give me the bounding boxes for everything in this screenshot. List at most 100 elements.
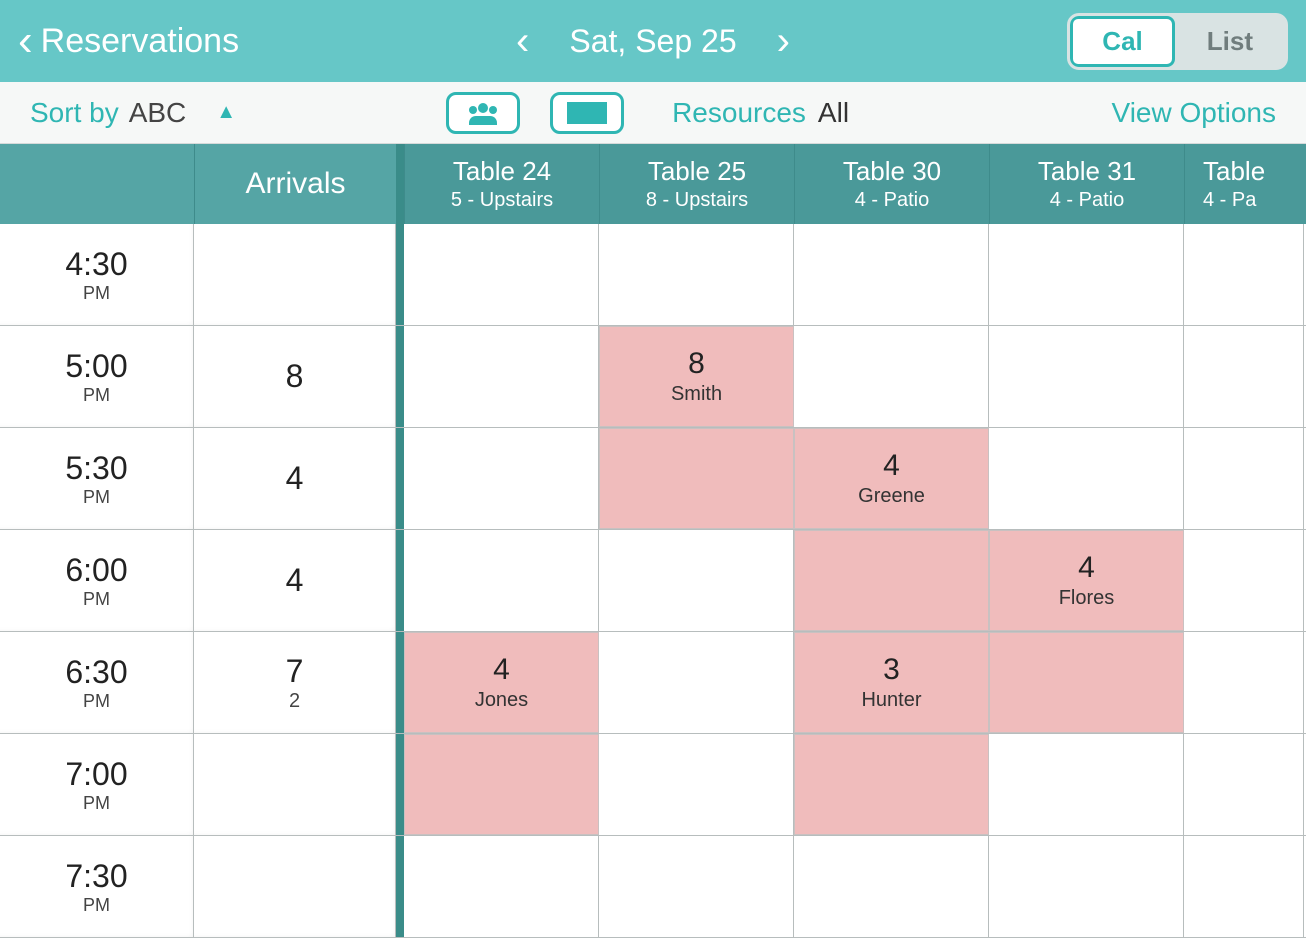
empty-cell[interactable] — [599, 632, 794, 733]
reservation-cell[interactable]: 4Jones — [404, 632, 599, 733]
empty-cell[interactable] — [794, 326, 989, 427]
party-name: Flores — [1059, 587, 1115, 610]
empty-cell[interactable] — [989, 734, 1184, 835]
time-ampm: PM — [83, 589, 110, 610]
time-ampm: PM — [83, 487, 110, 508]
time-cell: 6:00PM — [0, 530, 194, 631]
reservation-cell[interactable]: 4Greene — [794, 428, 989, 529]
reservation-cell[interactable] — [794, 530, 989, 631]
time-cell: 7:30PM — [0, 836, 194, 937]
caret-up-icon: ▲ — [216, 101, 236, 124]
empty-cell[interactable] — [1184, 326, 1304, 427]
time-value: 7:00 — [65, 756, 127, 793]
empty-cell[interactable] — [404, 224, 599, 325]
empty-cell[interactable] — [404, 428, 599, 529]
empty-cell[interactable] — [1184, 836, 1304, 937]
arrivals-header: Arrivals — [194, 144, 396, 224]
grid-body: 4:30PM5:00PM88Smith5:30PM44Greene6:00PM4… — [0, 224, 1306, 938]
party-name: Smith — [671, 383, 722, 406]
grid-divider — [396, 428, 404, 529]
arrivals-count: 4 — [286, 460, 304, 497]
empty-cell[interactable] — [1184, 530, 1304, 631]
table-header[interactable]: Table 304 - Patio — [794, 144, 989, 224]
table-name: Table 30 — [843, 156, 941, 187]
empty-cell[interactable] — [599, 530, 794, 631]
time-value: 7:30 — [65, 858, 127, 895]
toggle-cal-button[interactable]: Cal — [1070, 16, 1174, 67]
time-ampm: PM — [83, 385, 110, 406]
party-size: 4 — [883, 449, 900, 483]
reservation-cell[interactable] — [599, 428, 794, 529]
toolbar: Sort by ABC ▲ Resources All View Options — [0, 82, 1306, 144]
grid-divider — [396, 632, 404, 733]
time-cell: 5:30PM — [0, 428, 194, 529]
sort-button[interactable]: Sort by ABC ▲ — [30, 97, 236, 129]
empty-cell[interactable] — [1184, 734, 1304, 835]
party-name: Jones — [475, 689, 528, 712]
reservation-cell[interactable] — [404, 734, 599, 835]
topbar: ‹ Reservations ‹ Sat, Sep 25 › Cal List — [0, 0, 1306, 82]
grid-row: 4:30PM — [0, 224, 1306, 326]
table-header[interactable]: Table 314 - Patio — [989, 144, 1184, 224]
view-options-button[interactable]: View Options — [1112, 97, 1276, 129]
party-size: 4 — [493, 653, 510, 687]
people-icon — [466, 101, 500, 125]
resources-filter[interactable]: Resources All — [672, 97, 849, 129]
grid-row: 7:00PM — [0, 734, 1306, 836]
sort-label: Sort by — [30, 97, 119, 129]
reservation-cell[interactable] — [794, 734, 989, 835]
grid-row: 5:30PM44Greene — [0, 428, 1306, 530]
arrivals-cell: 72 — [194, 632, 396, 733]
empty-cell[interactable] — [599, 734, 794, 835]
time-cell: 5:00PM — [0, 326, 194, 427]
party-size: 3 — [883, 653, 900, 687]
arrivals-cell: 4 — [194, 530, 396, 631]
grid-divider — [396, 224, 404, 325]
toggle-list-button[interactable]: List — [1175, 16, 1285, 67]
time-ampm: PM — [83, 793, 110, 814]
block-icon — [567, 102, 607, 124]
empty-cell[interactable] — [404, 530, 599, 631]
table-header[interactable]: Table 245 - Upstairs — [404, 144, 599, 224]
empty-cell[interactable] — [404, 836, 599, 937]
time-value: 6:00 — [65, 552, 127, 589]
reservation-cell[interactable] — [989, 632, 1184, 733]
empty-cell[interactable] — [1184, 428, 1304, 529]
time-value: 6:30 — [65, 654, 127, 691]
resources-label: Resources — [672, 97, 806, 129]
date-nav: ‹ Sat, Sep 25 › — [516, 19, 790, 64]
table-header[interactable]: Table4 - Pa — [1184, 144, 1304, 224]
time-value: 5:00 — [65, 348, 127, 385]
arrivals-subcount: 2 — [289, 690, 300, 713]
back-button[interactable]: ‹ Reservations — [18, 19, 239, 63]
empty-cell[interactable] — [989, 428, 1184, 529]
sort-value: ABC — [129, 97, 187, 129]
arrivals-cell — [194, 734, 396, 835]
empty-cell[interactable] — [599, 224, 794, 325]
grid-divider — [396, 734, 404, 835]
block-view-button[interactable] — [550, 92, 624, 134]
current-date: Sat, Sep 25 — [569, 23, 736, 60]
empty-cell[interactable] — [794, 224, 989, 325]
view-mode-icons — [446, 92, 624, 134]
prev-day-button[interactable]: ‹ — [516, 19, 529, 64]
grid-header: Arrivals Table 245 - UpstairsTable 258 -… — [0, 144, 1306, 224]
people-view-button[interactable] — [446, 92, 520, 134]
next-day-button[interactable]: › — [777, 19, 790, 64]
empty-cell[interactable] — [989, 836, 1184, 937]
reservation-cell[interactable]: 4Flores — [989, 530, 1184, 631]
empty-cell[interactable] — [404, 326, 599, 427]
arrivals-cell — [194, 224, 396, 325]
empty-cell[interactable] — [989, 224, 1184, 325]
grid-row: 5:00PM88Smith — [0, 326, 1306, 428]
arrivals-count: 4 — [286, 562, 304, 599]
time-ampm: PM — [83, 691, 110, 712]
empty-cell[interactable] — [1184, 224, 1304, 325]
reservation-cell[interactable]: 3Hunter — [794, 632, 989, 733]
table-header[interactable]: Table 258 - Upstairs — [599, 144, 794, 224]
empty-cell[interactable] — [989, 326, 1184, 427]
reservation-cell[interactable]: 8Smith — [599, 326, 794, 427]
empty-cell[interactable] — [1184, 632, 1304, 733]
empty-cell[interactable] — [794, 836, 989, 937]
empty-cell[interactable] — [599, 836, 794, 937]
